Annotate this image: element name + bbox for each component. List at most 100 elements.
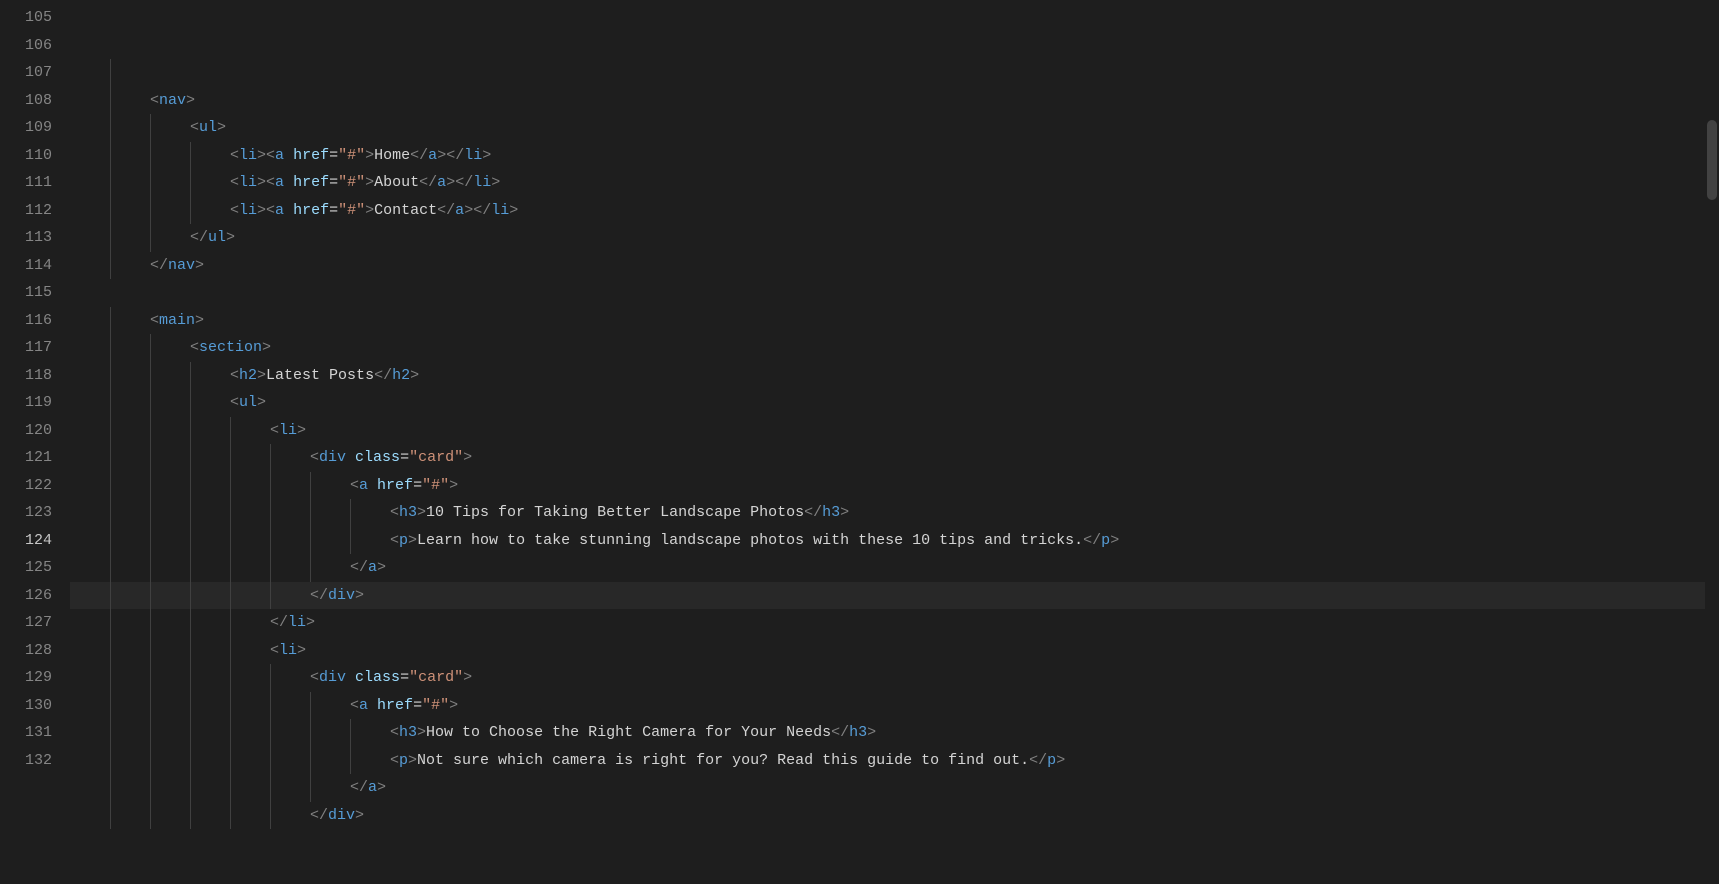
indent-guide — [150, 582, 151, 610]
indent-guide — [110, 114, 111, 142]
code-line[interactable]: <a href="#"> — [70, 472, 1719, 500]
indent-guide — [230, 582, 231, 610]
token-b: < — [190, 339, 199, 356]
indent-guide — [110, 307, 111, 335]
code-editor[interactable]: 1051061071081091101111121131141151161171… — [0, 0, 1719, 772]
token-b: > — [195, 312, 204, 329]
indent-guide — [190, 692, 191, 720]
indent-guide — [310, 719, 311, 747]
code-line[interactable]: <section> — [70, 334, 1719, 362]
token-b: </ — [831, 724, 849, 741]
line-number: 123 — [0, 499, 52, 527]
token-b: > — [463, 669, 472, 686]
token-b: > — [365, 147, 374, 164]
indent-guide — [150, 142, 151, 170]
code-line-content: </a> — [70, 559, 386, 576]
indent-guide — [150, 664, 151, 692]
token-b: </ — [270, 614, 288, 631]
code-line[interactable] — [70, 59, 1719, 87]
code-line-content: <ul> — [70, 394, 266, 411]
code-line[interactable]: <li><a href="#">About</a></li> — [70, 169, 1719, 197]
code-line[interactable]: <h3>How to Choose the Right Camera for Y… — [70, 719, 1719, 747]
indent-guide — [230, 472, 231, 500]
indent-guide — [270, 719, 271, 747]
indent-guide — [230, 554, 231, 582]
code-line[interactable]: <p>Not sure which camera is right for yo… — [70, 747, 1719, 775]
indent-guide — [310, 472, 311, 500]
token-tag: li — [279, 642, 297, 659]
code-line[interactable]: <li><a href="#">Contact</a></li> — [70, 197, 1719, 225]
indent-guide — [150, 609, 151, 637]
indent-guide — [190, 747, 191, 775]
line-number: 106 — [0, 32, 52, 60]
indent-guide — [110, 197, 111, 225]
code-line[interactable]: <li><a href="#">Home</a></li> — [70, 142, 1719, 170]
code-line[interactable]: <div class="card"> — [70, 444, 1719, 472]
indent-guide — [110, 444, 111, 472]
code-line[interactable]: <h2>Latest Posts</h2> — [70, 362, 1719, 390]
token-b: < — [270, 422, 279, 439]
line-number: 119 — [0, 389, 52, 417]
token-tag: li — [464, 147, 482, 164]
code-line[interactable]: <h3>10 Tips for Taking Better Landscape … — [70, 499, 1719, 527]
code-line[interactable]: <nav> — [70, 87, 1719, 115]
token-txt: 10 Tips for Taking Better Landscape Phot… — [426, 504, 804, 521]
token-sp — [284, 202, 293, 219]
indent-guide — [150, 114, 151, 142]
token-b: > — [509, 202, 518, 219]
token-str: "card" — [409, 449, 463, 466]
code-line[interactable]: </nav> — [70, 252, 1719, 280]
token-txt: About — [374, 174, 419, 191]
code-line[interactable]: <ul> — [70, 389, 1719, 417]
code-line[interactable] — [70, 279, 1719, 307]
code-line[interactable]: </div> — [70, 802, 1719, 830]
code-line-content: <nav> — [70, 92, 195, 109]
indent-guide — [270, 582, 271, 610]
code-line[interactable]: <main> — [70, 307, 1719, 335]
vertical-scrollbar[interactable] — [1705, 0, 1719, 772]
indent-guide — [150, 197, 151, 225]
indent-guide — [190, 637, 191, 665]
code-line[interactable]: <a href="#"> — [70, 692, 1719, 720]
code-line-content: </li> — [70, 614, 315, 631]
code-line[interactable]: </li> — [70, 609, 1719, 637]
indent-guide — [110, 252, 111, 280]
token-txt: How to Choose the Right Camera for Your … — [426, 724, 831, 741]
token-b: > — [262, 339, 271, 356]
indent-guide — [190, 197, 191, 225]
token-tag: div — [319, 449, 346, 466]
token-b: < — [230, 147, 239, 164]
code-line[interactable]: <li> — [70, 417, 1719, 445]
code-content-area[interactable]: <nav><ul><li><a href="#">Home</a></li><l… — [70, 0, 1719, 772]
indent-guide — [350, 499, 351, 527]
token-tag: a — [368, 779, 377, 796]
token-b: < — [310, 449, 319, 466]
indent-guide — [270, 664, 271, 692]
indent-guide — [270, 444, 271, 472]
code-line-content: <div class="card"> — [70, 669, 472, 686]
token-b: > — [410, 367, 419, 384]
token-tag: p — [1047, 752, 1056, 769]
indent-guide — [150, 774, 151, 802]
code-line[interactable]: <ul> — [70, 114, 1719, 142]
token-b: </ — [350, 559, 368, 576]
indent-guide — [110, 472, 111, 500]
code-line[interactable]: <p>Learn how to take stunning landscape … — [70, 527, 1719, 555]
token-attr: href — [293, 202, 329, 219]
code-line[interactable]: <li> — [70, 637, 1719, 665]
code-line-content: </div> — [70, 807, 364, 824]
code-line[interactable]: </a> — [70, 774, 1719, 802]
indent-guide — [230, 444, 231, 472]
code-line[interactable]: <div class="card"> — [70, 664, 1719, 692]
token-tag: h3 — [822, 504, 840, 521]
line-number: 125 — [0, 554, 52, 582]
scrollbar-thumb[interactable] — [1707, 120, 1717, 200]
code-line[interactable]: </ul> — [70, 224, 1719, 252]
indent-guide — [150, 802, 151, 830]
code-line[interactable]: </a> — [70, 554, 1719, 582]
token-b: > — [491, 174, 500, 191]
token-b: > — [257, 394, 266, 411]
code-line[interactable]: </div> — [70, 582, 1719, 610]
code-line-content: <li> — [70, 422, 306, 439]
line-number: 110 — [0, 142, 52, 170]
